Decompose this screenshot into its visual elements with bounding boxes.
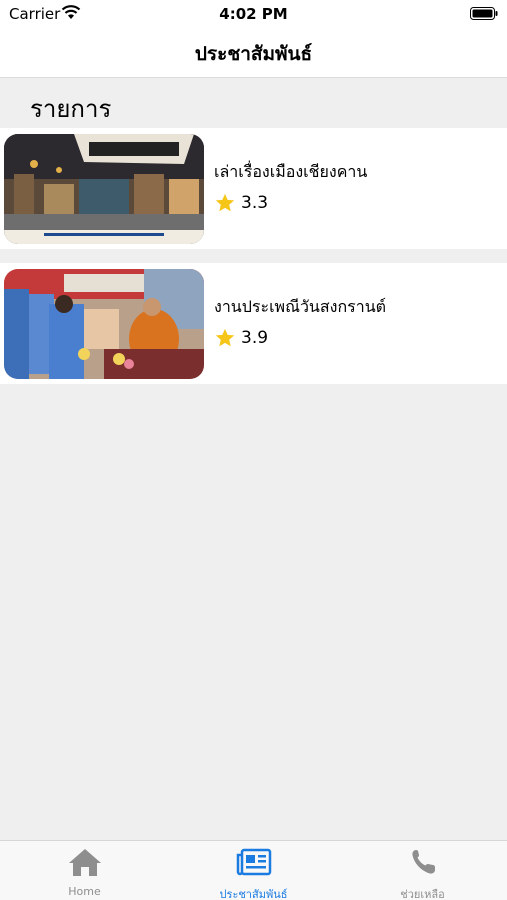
- star-icon: [215, 328, 235, 347]
- status-bar: Carrier 4:02 PM: [0, 0, 507, 30]
- rating-value: 3.9: [241, 328, 269, 348]
- songkran-ceremony-photo: [4, 269, 204, 379]
- tab-bar: Home ประชาสัมพันธ์ ช่วยเหลือ: [0, 840, 507, 900]
- item-title: งานประเพณีวันสงกรานต์: [214, 297, 387, 316]
- section-header: รายการ: [0, 79, 507, 127]
- tab-label: Home: [68, 885, 101, 898]
- newspaper-icon: [236, 848, 271, 876]
- tab-label: ช่วยเหลือ: [400, 888, 445, 900]
- battery-icon: [470, 7, 498, 20]
- list-item[interactable]: งานประเพณีวันสงกรานต์ 3.9: [0, 263, 507, 384]
- rating: 3.3: [214, 192, 268, 214]
- rating-value: 3.3: [241, 193, 269, 213]
- tab-news[interactable]: ประชาสัมพันธ์: [169, 841, 338, 900]
- chiang-khan-street-photo: [4, 134, 204, 244]
- tab-help[interactable]: ช่วยเหลือ: [338, 841, 507, 900]
- tab-home[interactable]: Home: [0, 841, 169, 900]
- phone-icon: [411, 850, 435, 874]
- home-icon: [68, 849, 101, 876]
- rating: 3.9: [214, 327, 268, 349]
- list-item[interactable]: เล่าเรื่องเมืองเชียงคาน 3.3: [0, 128, 507, 249]
- star-icon: [215, 193, 235, 212]
- section-title: รายการ: [30, 95, 112, 123]
- item-title: เล่าเรื่องเมืองเชียงคาน: [214, 162, 368, 181]
- tab-label: ประชาสัมพันธ์: [219, 888, 288, 900]
- clock: 4:02 PM: [219, 5, 288, 23]
- page-title: ประชาสัมพันธ์: [194, 42, 313, 65]
- navigation-bar: ประชาสัมพันธ์: [0, 30, 507, 78]
